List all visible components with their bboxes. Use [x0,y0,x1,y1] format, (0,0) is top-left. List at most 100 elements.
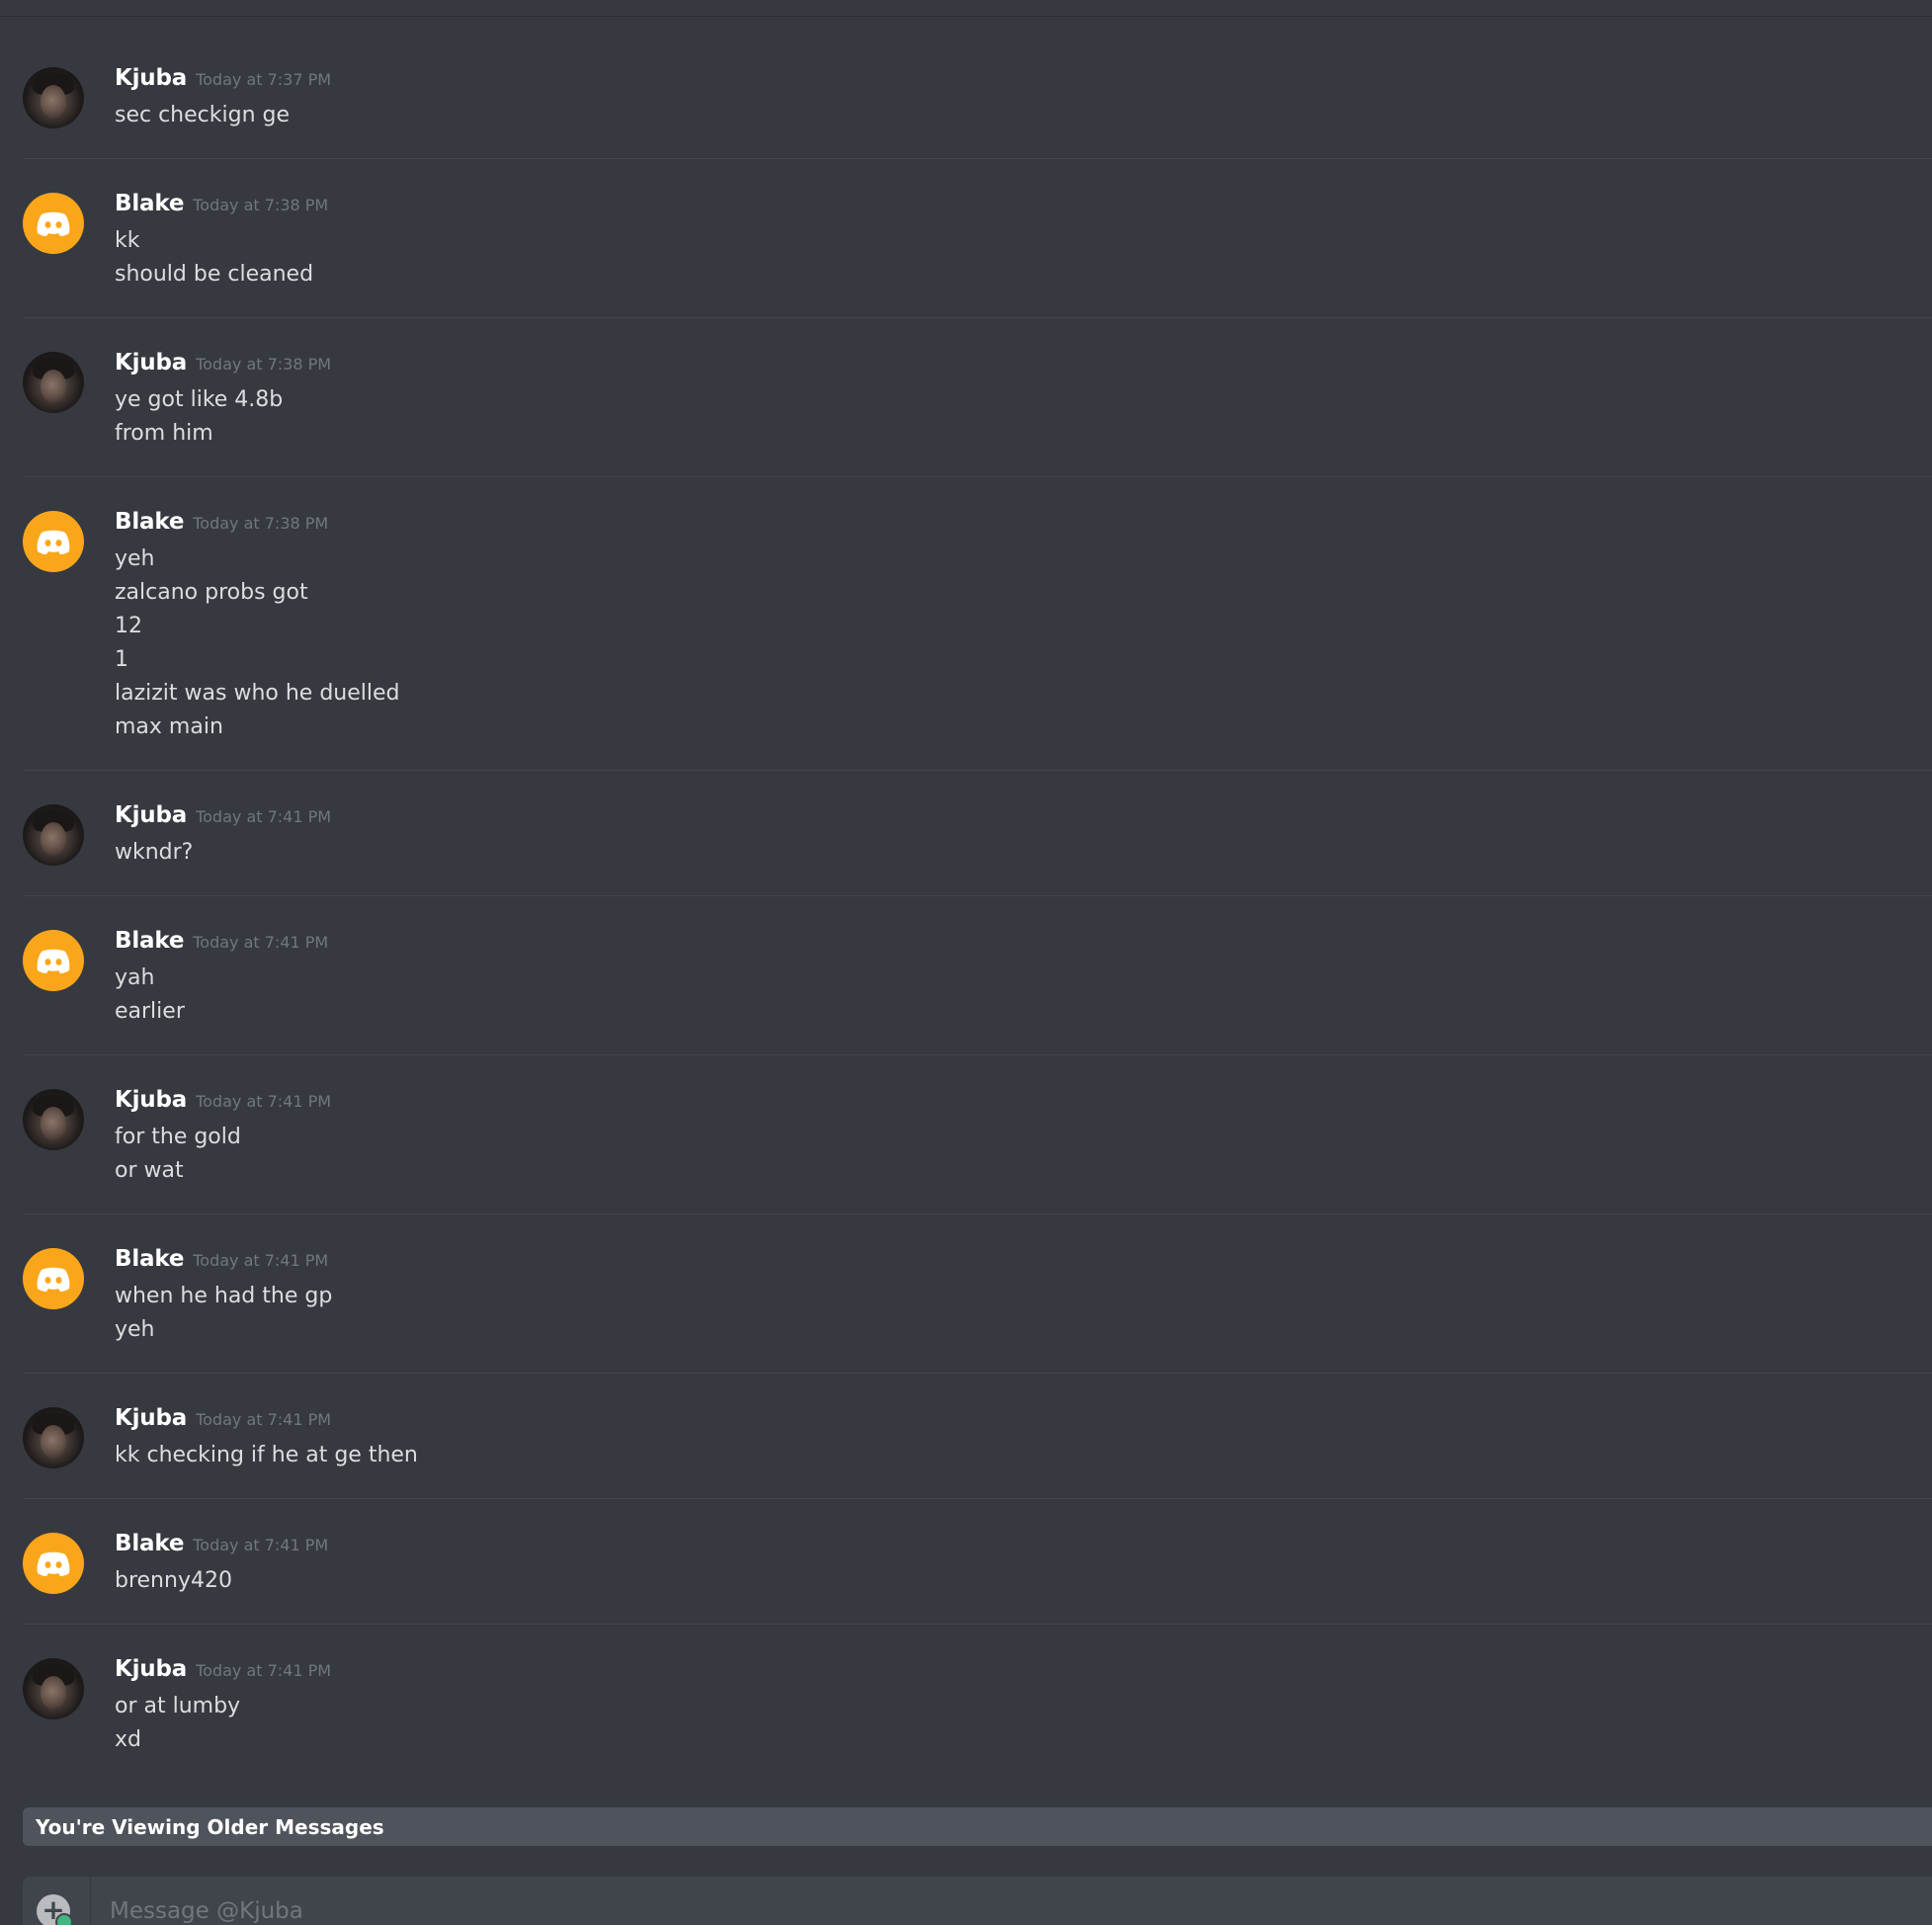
discord-logo-avatar[interactable] [23,1248,84,1309]
discord-logo-icon [37,1551,70,1576]
username[interactable]: Kjuba [115,65,187,91]
username[interactable]: Blake [115,1531,184,1556]
discord-logo-icon [37,1267,70,1292]
message-header: Blake Today at 7:38 PM [115,509,1932,543]
message-content: Blake Today at 7:41 PM yah earlier [115,928,1932,1029]
message-group[interactable]: Blake Today at 7:38 PM yeh zalcano probs go… [23,476,1932,770]
message-group[interactable]: Kjuba Today at 7:41 PM for the gold or wat [23,1054,1932,1214]
message-content: Kjuba Today at 7:41 PM or at lumby xd [115,1656,1932,1757]
message-content: Blake Today at 7:38 PM yeh zalcano probs go… [115,509,1932,744]
message-text: 1 [115,647,128,672]
message-text: yeh [115,546,155,571]
message-group[interactable]: Kjuba Today at 7:41 PM wkndr? [23,770,1932,895]
message-header: Blake Today at 7:38 PM [115,191,1932,224]
message-text: yah [115,965,155,990]
user-photo-avatar[interactable] [23,1658,84,1719]
message-input[interactable] [108,1892,1890,1925]
message-text: brenny420 [115,1568,232,1593]
message-header: Blake Today at 7:41 PM [115,1531,1932,1564]
user-photo-avatar[interactable] [23,1089,84,1150]
message-content: Kjuba Today at 7:37 PM sec checkign ge [115,65,1932,132]
message-text: 12 [115,614,142,638]
timestamp: Today at 7:41 PM [193,1251,329,1270]
avatar-face [41,370,66,403]
message-text: when he had the gp [115,1284,333,1308]
timestamp: Today at 7:38 PM [193,196,329,214]
discord-logo-avatar[interactable] [23,1533,84,1594]
message-text: for the gold [115,1125,241,1149]
message-text: from him [115,421,213,446]
avatar-face [41,1107,66,1140]
status-dot [55,1913,73,1925]
message-text: earlier [115,999,185,1024]
timestamp: Today at 7:41 PM [196,1092,332,1111]
timestamp: Today at 7:38 PM [196,355,332,374]
message-content: Kjuba Today at 7:41 PM kk checking if he a… [115,1405,1932,1472]
composer-divider [90,1877,91,1925]
user-photo-avatar[interactable] [23,67,84,128]
message-text: yeh [115,1317,155,1342]
message-text: or wat [115,1158,184,1183]
message-content: Blake Today at 7:38 PM kk should be cleaned [115,191,1932,292]
message-text: sec checkign ge [115,103,291,127]
discord-logo-avatar[interactable] [23,193,84,254]
message-header: Kjuba Today at 7:37 PM [115,65,1932,99]
username[interactable]: Kjuba [115,802,187,828]
message-header: Kjuba Today at 7:41 PM [115,1087,1932,1121]
message-text: max main [115,714,223,739]
message-group[interactable]: Kjuba Today at 7:38 PM ye got like 4.8b fro… [23,317,1932,476]
discord-logo-icon [37,530,70,554]
discord-logo-icon [37,211,70,236]
username[interactable]: Kjuba [115,1405,187,1431]
timestamp: Today at 7:41 PM [193,933,329,952]
message-text: kk [115,228,140,253]
message-text: zalcano probs got [115,580,308,605]
message-header: Kjuba Today at 7:41 PM [115,1656,1932,1690]
message-composer: + [23,1877,1932,1925]
timestamp: Today at 7:41 PM [196,1661,332,1680]
plus-circle-icon[interactable]: + [37,1894,73,1925]
message-content: Blake Today at 7:41 PM brenny420 [115,1531,1932,1598]
user-photo-avatar[interactable] [23,1407,84,1468]
username[interactable]: Kjuba [115,350,187,376]
message-content: Kjuba Today at 7:41 PM for the gold or wat [115,1087,1932,1188]
message-text: kk checking if he at ge then [115,1443,418,1467]
user-photo-avatar[interactable] [23,804,84,866]
message-text: wkndr? [115,840,194,865]
older-messages-banner[interactable]: You're Viewing Older Messages [23,1807,1932,1846]
message-group[interactable]: Kjuba Today at 7:41 PM or at lumby xd [23,1624,1932,1783]
timestamp: Today at 7:41 PM [196,1410,332,1429]
message-text: should be cleaned [115,262,314,287]
avatar-face [41,85,66,119]
avatar-face [41,1425,66,1459]
message-header: Kjuba Today at 7:38 PM [115,350,1932,383]
discord-logo-avatar[interactable] [23,930,84,991]
message-text: xd [115,1727,141,1752]
discord-logo-avatar[interactable] [23,511,84,572]
message-group[interactable]: Blake Today at 7:38 PM kk should be cleaned [23,158,1932,317]
username[interactable]: Blake [115,509,184,535]
avatar-face [41,822,66,856]
timestamp: Today at 7:41 PM [193,1536,329,1554]
message-group[interactable]: Kjuba Today at 7:37 PM sec checkign ge [23,34,1932,158]
username[interactable]: Blake [115,1246,184,1272]
username[interactable]: Kjuba [115,1656,187,1682]
message-list[interactable]: Kjuba Today at 7:37 PM sec checkign ge Blak… [0,34,1932,1807]
timestamp: Today at 7:41 PM [196,807,332,826]
message-group[interactable]: Blake Today at 7:41 PM yah earlier [23,895,1932,1054]
message-group[interactable]: Blake Today at 7:41 PM when he had the gp y… [23,1214,1932,1373]
message-header: Blake Today at 7:41 PM [115,1246,1932,1280]
username[interactable]: Blake [115,191,184,216]
dm-chat-window: Kjuba Today at 7:37 PM sec checkign ge Blak… [0,0,1932,1925]
top-bar [0,0,1932,17]
username[interactable]: Kjuba [115,1087,187,1113]
message-group[interactable]: Blake Today at 7:41 PM brenny420 [23,1498,1932,1624]
older-messages-text: You're Viewing Older Messages [36,1814,384,1839]
username[interactable]: Blake [115,928,184,954]
message-text: ye got like 4.8b [115,387,284,412]
avatar-face [41,1676,66,1710]
message-group[interactable]: Kjuba Today at 7:41 PM kk checking if he a… [23,1373,1932,1498]
message-text: lazizit was who he duelled [115,681,400,706]
user-photo-avatar[interactable] [23,352,84,413]
timestamp: Today at 7:38 PM [193,514,329,533]
